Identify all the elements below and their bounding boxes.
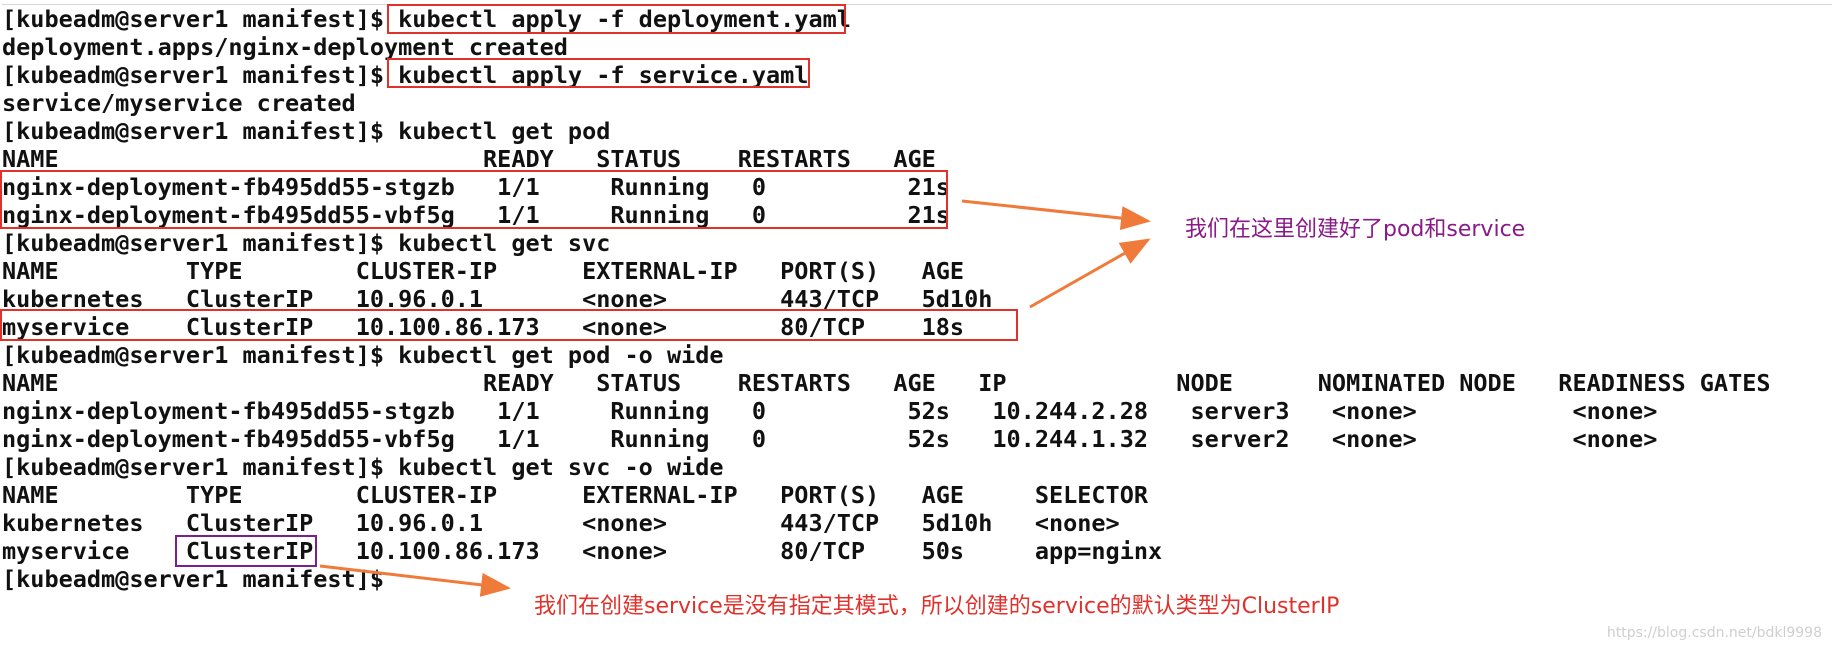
arrow-to-pods [961,199,1151,231]
annotation-bottom-note: 我们在创建service是没有指定其模式，所以创建的service的默认类型为C… [534,594,1340,619]
arrow-to-bottom-note [319,564,511,597]
watermark: https://blog.csdn.net/bdkl9998 [1606,625,1822,641]
annotation-top-note: 我们在这里创建好了pod和service [1185,217,1526,242]
annotation-arrows [319,199,1151,597]
arrow-to-service [1029,238,1151,309]
